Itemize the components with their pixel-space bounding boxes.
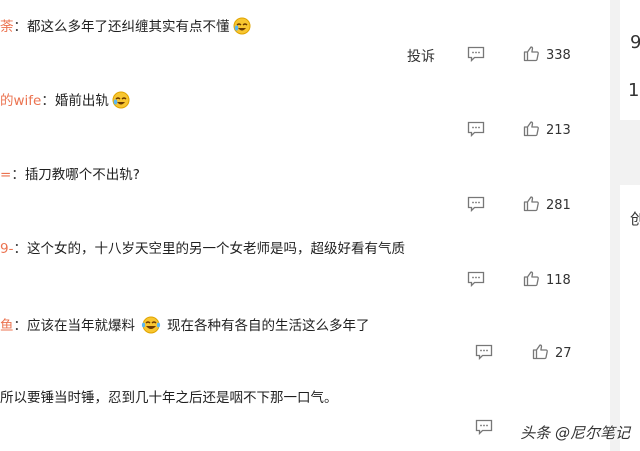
reply-button[interactable] bbox=[475, 419, 493, 439]
comment-icon bbox=[467, 271, 485, 291]
comment-text-continued: 现在各种有各自的生活这么多年了 bbox=[167, 318, 370, 334]
comment-text: 都这么多年了还纠缠其实有点不懂 bbox=[27, 19, 230, 35]
report-label[interactable]: 投诉 bbox=[407, 46, 435, 66]
comment-3: =：插刀教哪个不出轨? bbox=[0, 166, 140, 184]
like-button[interactable]: 213 bbox=[523, 120, 571, 141]
sidebar-card bbox=[620, 0, 640, 120]
like-count: 281 bbox=[546, 198, 571, 213]
comment-username[interactable]: 9- bbox=[0, 241, 13, 257]
thumbs-up-icon bbox=[523, 120, 540, 141]
comment-icon bbox=[475, 344, 493, 364]
sidebar-number[interactable]: 9 bbox=[630, 32, 640, 53]
like-count: 27 bbox=[555, 346, 572, 361]
thumbs-up-icon bbox=[523, 45, 540, 66]
colon: ： bbox=[13, 241, 27, 257]
thumbs-up-icon bbox=[523, 195, 540, 216]
like-button[interactable]: 118 bbox=[523, 270, 571, 291]
thumbs-up-icon bbox=[523, 270, 540, 291]
watermark: 头条 @尼尔笔记 bbox=[520, 424, 630, 442]
comment-4: 9-：这个女的，十八岁天空里的另一个女老师是吗，超级好看有气质 bbox=[0, 240, 405, 258]
comment-username[interactable]: 鱼 bbox=[0, 318, 14, 334]
like-button[interactable]: 27 bbox=[532, 343, 572, 364]
reply-button[interactable] bbox=[467, 46, 485, 66]
comment-username[interactable]: = bbox=[0, 167, 11, 183]
colon: ： bbox=[13, 19, 28, 35]
colon: ： bbox=[11, 167, 25, 183]
reply-button[interactable] bbox=[467, 121, 485, 141]
comment-6: 所以要锤当时锤，忍到几十年之后还是咽不下那一口气。 bbox=[0, 389, 338, 407]
comment-icon bbox=[475, 419, 493, 439]
laugh-cry-emoji-icon bbox=[233, 17, 251, 40]
thumbs-up-icon bbox=[532, 343, 549, 364]
laugh-cry-emoji-icon bbox=[112, 91, 130, 114]
like-count: 213 bbox=[546, 123, 571, 138]
like-count: 338 bbox=[546, 48, 571, 63]
comment-icon bbox=[467, 196, 485, 216]
comment-text: 所以要锤当时锤，忍到几十年之后还是咽不下那一口气。 bbox=[0, 390, 338, 406]
comment-icon bbox=[467, 46, 485, 66]
comment-icon bbox=[467, 121, 485, 141]
comment-5: 鱼：应该在当年就爆料 现在各种有各自的生活这么多年了 bbox=[0, 316, 370, 339]
reply-button[interactable] bbox=[475, 344, 493, 364]
comment-feed: 荼：都这么多年了还纠缠其实有点不懂 投诉 338 的wife：婚前出轨 213 … bbox=[0, 0, 610, 451]
sidebar-partial-text: 创 bbox=[630, 210, 640, 228]
like-count: 118 bbox=[546, 273, 571, 288]
sidebar-number[interactable]: 10 bbox=[628, 80, 640, 101]
like-button[interactable]: 338 bbox=[523, 45, 571, 66]
colon: ： bbox=[41, 93, 55, 109]
comment-text: 应该在当年就爆料 bbox=[27, 318, 135, 334]
reply-button[interactable] bbox=[467, 196, 485, 216]
comment-text: 婚前出轨 bbox=[54, 93, 109, 109]
reply-button[interactable] bbox=[467, 271, 485, 291]
like-button[interactable]: 281 bbox=[523, 195, 571, 216]
laugh-emoji-icon bbox=[141, 316, 161, 339]
comment-2: 的wife：婚前出轨 bbox=[0, 91, 130, 114]
comment-text: 这个女的，十八岁天空里的另一个女老师是吗，超级好看有气质 bbox=[26, 241, 405, 257]
comment-1: 荼：都这么多年了还纠缠其实有点不懂 bbox=[0, 17, 251, 40]
report-button[interactable]: 投诉 bbox=[407, 46, 435, 66]
comment-username[interactable]: 的wife bbox=[0, 93, 41, 109]
comment-username[interactable]: 荼 bbox=[0, 19, 14, 35]
colon: ： bbox=[13, 318, 28, 334]
comment-text: 插刀教哪个不出轨? bbox=[24, 167, 140, 183]
